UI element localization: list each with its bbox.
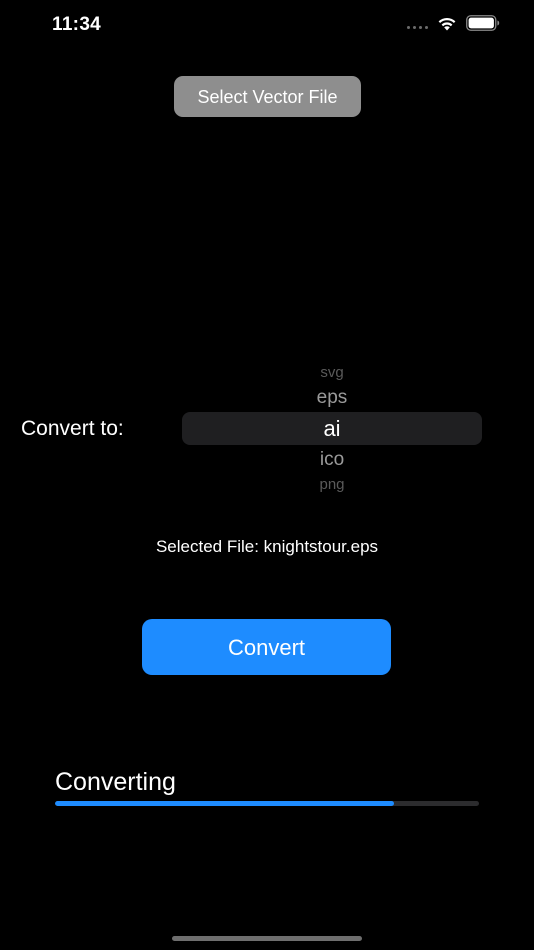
picker-option-ai-selected[interactable]: ai [182,416,482,442]
status-time: 11:34 [52,14,102,35]
progress-bar [55,801,479,806]
format-picker[interactable]: svg eps ai ico png [182,358,482,496]
wifi-icon [438,17,456,30]
status-bar: 11:34 [0,0,534,50]
converting-label: Converting [55,768,176,796]
convert-to-label: Convert to: [21,417,124,440]
signal-dots-icon [407,17,428,29]
convert-button[interactable]: Convert [142,619,391,675]
home-indicator[interactable] [172,936,362,941]
selected-file-text: Selected File: knightstour.eps [155,537,379,556]
picker-option-png[interactable]: png [182,476,482,492]
select-vector-file-button[interactable]: Select Vector File [174,76,361,117]
status-icons [407,15,500,31]
battery-icon [466,15,500,31]
picker-option-svg[interactable]: svg [182,364,482,381]
picker-option-eps[interactable]: eps [182,387,482,409]
picker-option-ico[interactable]: ico [182,449,482,471]
progress-fill [55,801,395,806]
